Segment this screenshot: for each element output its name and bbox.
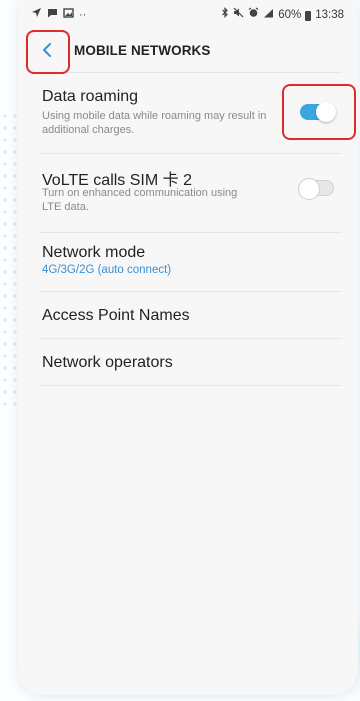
setting-title: Data roaming	[42, 88, 139, 105]
navigation-arrow-icon	[31, 7, 42, 22]
status-left: ··	[31, 7, 86, 22]
divider	[40, 385, 342, 386]
status-bar: ·· 60% 13:38	[18, 0, 358, 30]
setting-title: Network mode	[42, 244, 146, 261]
header-divider	[40, 72, 342, 73]
setting-access-point-names[interactable]: Access Point Names	[18, 292, 358, 337]
status-right: 60% 13:38	[221, 7, 344, 22]
setting-title: Network operators	[42, 354, 173, 371]
clock: 13:38	[315, 8, 344, 21]
message-icon	[47, 8, 58, 22]
setting-volte-calls[interactable]: VoLTE calls SIM 卡 2 Turn on enhanced com…	[18, 158, 358, 226]
setting-subtitle: Turn on enhanced communication using LTE…	[42, 187, 238, 213]
setting-network-operators[interactable]: Network operators	[18, 339, 358, 384]
divider	[40, 153, 342, 154]
image-icon	[63, 7, 74, 22]
setting-value: 4G/3G/2G (auto connect)	[42, 264, 172, 276]
more-notifications-icon: ··	[79, 8, 87, 21]
setting-network-mode[interactable]: Network mode 4G/3G/2G (auto connect)	[18, 236, 358, 290]
setting-title: Access Point Names	[42, 307, 190, 324]
bluetooth-icon	[221, 7, 229, 22]
setting-subtitle: Using mobile data while roaming may resu…	[42, 110, 267, 136]
toggle-highlight	[282, 84, 356, 140]
volte-toggle[interactable]	[298, 178, 334, 200]
mute-icon	[233, 7, 244, 22]
toggle-knob	[298, 178, 320, 200]
page-title: MOBILE NETWORKS	[74, 43, 211, 58]
battery-percent: 60%	[278, 8, 302, 21]
back-button-highlight	[26, 30, 70, 74]
divider	[40, 232, 342, 233]
battery-icon	[305, 10, 312, 21]
alarm-icon	[248, 7, 259, 22]
signal-icon	[263, 8, 274, 22]
